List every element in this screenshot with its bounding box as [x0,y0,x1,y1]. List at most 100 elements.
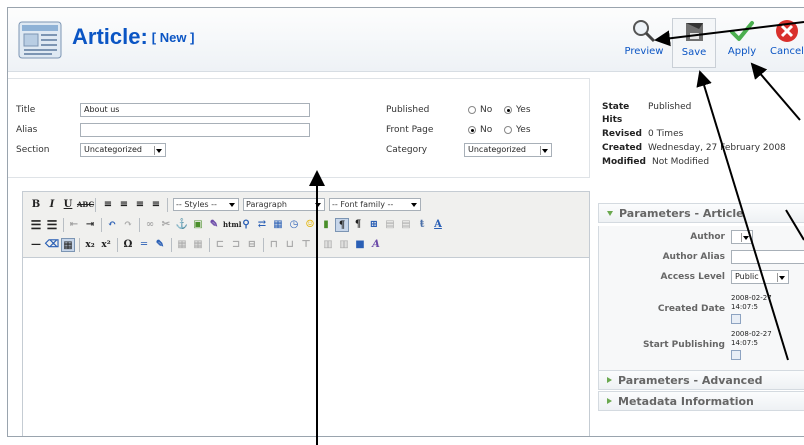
insert-layer-icon[interactable]: ■ [353,238,367,252]
calendar-icon[interactable] [731,314,741,324]
superscript-icon[interactable]: x² [99,238,113,252]
cancel-button[interactable]: Cancel [765,18,804,68]
save-label: Save [681,47,707,58]
align-right-icon[interactable]: ≡ [133,198,147,212]
indent-icon[interactable]: ⇥ [83,218,97,232]
layer-icon[interactable]: ▤ [383,218,397,232]
category-value: Uncategorized [468,145,526,154]
row-before-icon[interactable]: ⊏ [213,238,227,252]
col-after-icon[interactable]: ⊔ [283,238,297,252]
style-props-icon[interactable]: A [369,238,383,252]
strikethrough-icon[interactable]: ABC [77,198,94,212]
horizontal-rule-icon[interactable]: — [29,238,43,252]
metadata-information-header[interactable]: Metadata Information [598,391,804,411]
ltr-icon[interactable]: ¶ [335,218,349,232]
rtl-icon[interactable]: ¶ [351,218,365,232]
bullet-list-icon[interactable]: ☰ [29,218,43,232]
frontpage-yes-radio[interactable] [504,126,512,134]
title-input[interactable]: About us [80,103,310,117]
created-date-value: 2008-02-27 14:07:5 [731,294,772,311]
col-before-icon[interactable]: ⊓ [267,238,281,252]
modified-value: Not Modified [652,157,710,167]
replace-icon[interactable]: ⇄ [255,218,269,232]
apply-button[interactable]: Apply [720,18,764,68]
subscript-icon[interactable]: x₂ [83,238,97,252]
chevron-down-icon [540,146,549,155]
parameters-advanced-title: Parameters - Advanced [618,374,763,387]
search-icon[interactable]: ⚲ [239,218,253,232]
absolute-icon[interactable]: ŧ [415,218,429,232]
anchor-icon[interactable]: ⚓ [175,218,189,232]
insert-time-icon[interactable]: ◷ [287,218,301,232]
published-no-radio[interactable] [468,106,476,114]
preview-button[interactable]: Preview [622,18,666,68]
redo-icon[interactable]: ↷ [121,218,135,232]
edit-css-icon[interactable]: ✎ [153,238,167,252]
magnifier-icon [633,20,656,43]
undo-icon[interactable]: ↶ [105,218,119,232]
html-icon[interactable]: html [223,218,241,232]
access-level-value: Public [735,272,759,281]
editor-content-area[interactable] [23,258,589,436]
align-left-icon[interactable]: ≡ [101,198,115,212]
insert-date-icon[interactable]: ▦ [271,218,285,232]
merge-cells-icon[interactable]: ▥ [337,238,351,252]
parameters-advanced-header[interactable]: Parameters - Advanced [598,370,804,390]
page-break-icon[interactable]: ═ [137,238,151,252]
text-color-icon[interactable]: A [431,218,445,232]
layer-forward-icon[interactable]: ▤ [399,218,413,232]
emotions-icon[interactable]: ☺ [303,218,317,232]
align-center-icon[interactable]: ≡ [117,198,131,212]
modified-label: Modified [602,157,646,167]
created-date-field[interactable]: 2008-02-27 14:07:5 [731,294,791,324]
author-select[interactable] [731,230,753,244]
toolbar-separator [117,238,118,252]
access-level-select[interactable]: Public [731,270,789,284]
alias-label: Alias [16,125,38,135]
page-subtitle: [ New ] [151,30,195,45]
table-props-icon[interactable]: ▦ [191,238,205,252]
author-alias-input[interactable] [731,250,804,264]
numbered-list-icon[interactable]: ☰ [45,218,59,232]
underline-icon[interactable]: U [61,198,75,212]
toolbar-separator [171,238,172,252]
parameters-article-header[interactable]: Parameters - Article [598,203,804,223]
frontpage-label: Front Page [386,125,434,135]
chevron-down-icon [154,146,163,155]
section-select[interactable]: Uncategorized [80,143,166,157]
remove-format-icon[interactable]: ⌫ [45,238,59,252]
split-cells-icon[interactable]: ▥ [321,238,335,252]
styles-select[interactable]: -- Styles -- [173,198,239,211]
cleanup-icon[interactable]: ✎ [207,218,221,232]
align-justify-icon[interactable]: ≡ [149,198,163,212]
save-button[interactable]: Save [672,18,716,68]
bold-icon[interactable]: B [29,198,43,212]
link-icon[interactable]: ∞ [143,218,157,232]
special-char-icon[interactable]: Ω [121,238,135,252]
hits-label: Hits [602,115,623,125]
visual-aid-icon[interactable]: ▦ [61,238,75,252]
category-select[interactable]: Uncategorized [464,143,552,157]
font-family-select[interactable]: -- Font family -- [329,198,421,211]
italic-icon[interactable]: I [45,198,59,212]
media-icon[interactable]: ▮ [319,218,333,232]
outdent-icon[interactable]: ⇤ [67,218,81,232]
published-yes-radio[interactable] [504,106,512,114]
calendar-icon[interactable] [731,350,741,360]
start-publishing-field[interactable]: 2008-02-27 14:07:5 [731,330,791,360]
format-select[interactable]: Paragraph [243,198,325,211]
unlink-icon[interactable]: ✂ [159,218,173,232]
table-icon[interactable]: ▦ [175,238,189,252]
fullscreen-icon[interactable]: ⊞ [367,218,381,232]
collapse-arrow-icon [607,211,613,216]
delete-col-icon[interactable]: ⊤ [299,238,313,252]
article-editor-window: Article:[ New ] Preview Save Apply Cance… [7,7,804,437]
alias-input[interactable] [80,123,310,137]
image-icon[interactable]: ▣ [191,218,205,232]
delete-row-icon[interactable]: ⊟ [245,238,259,252]
author-alias-label: Author Alias [662,252,725,262]
frontpage-no-radio[interactable] [468,126,476,134]
frontpage-no-label: No [480,125,493,135]
styles-value: -- Styles -- [176,200,217,209]
row-after-icon[interactable]: ⊐ [229,238,243,252]
